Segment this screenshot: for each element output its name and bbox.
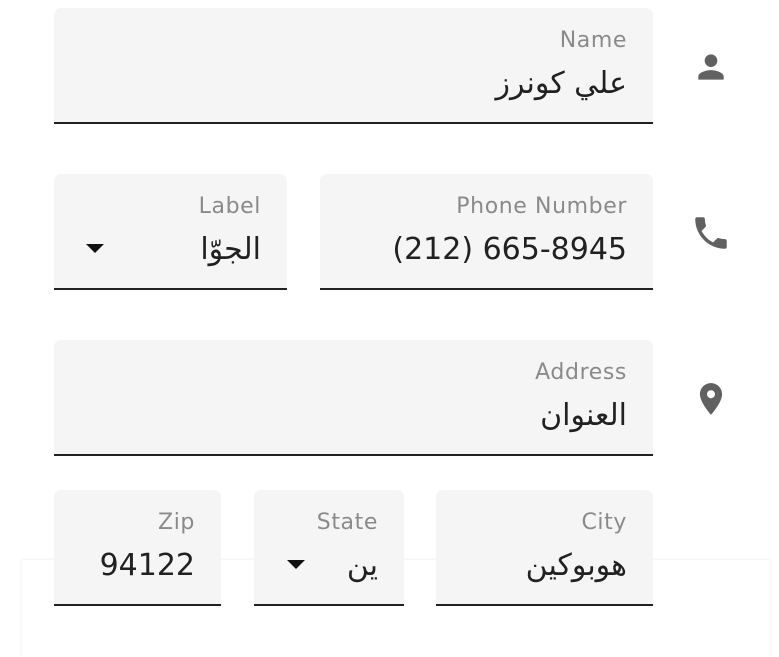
dropdown-arrow-icon[interactable] bbox=[287, 560, 305, 569]
state-select[interactable]: State ين bbox=[254, 490, 404, 606]
phone-icon bbox=[695, 217, 727, 249]
phone-number-field[interactable]: Phone Number (212) 665-8945 bbox=[320, 174, 653, 290]
phone-type-label: Label bbox=[198, 194, 261, 219]
city-label: City bbox=[581, 510, 627, 535]
zip-label: Zip bbox=[158, 510, 195, 535]
zip-field[interactable]: Zip 94122 bbox=[54, 490, 221, 606]
phone-number-label: Phone Number bbox=[456, 194, 627, 219]
state-label: State bbox=[316, 510, 378, 535]
zip-value[interactable]: 94122 bbox=[100, 548, 195, 583]
address-label: Address bbox=[535, 360, 627, 385]
location-pin-icon bbox=[699, 383, 723, 415]
phone-type-select[interactable]: Label الجوّا bbox=[54, 174, 287, 290]
state-value: ين bbox=[346, 548, 378, 583]
name-value[interactable]: علي كونرز bbox=[495, 66, 627, 101]
address-field[interactable]: Address العنوان bbox=[54, 340, 653, 456]
phone-type-value: الجوّا bbox=[200, 232, 261, 267]
city-field[interactable]: City هوبوكين bbox=[436, 490, 653, 606]
name-label: Name bbox=[559, 28, 627, 53]
phone-number-value[interactable]: (212) 665-8945 bbox=[392, 232, 627, 267]
person-icon bbox=[698, 54, 724, 80]
city-value[interactable]: هوبوكين bbox=[526, 548, 627, 583]
dropdown-arrow-icon[interactable] bbox=[86, 244, 104, 253]
name-field[interactable]: Name علي كونرز bbox=[54, 8, 653, 124]
address-value[interactable]: العنوان bbox=[540, 398, 627, 433]
